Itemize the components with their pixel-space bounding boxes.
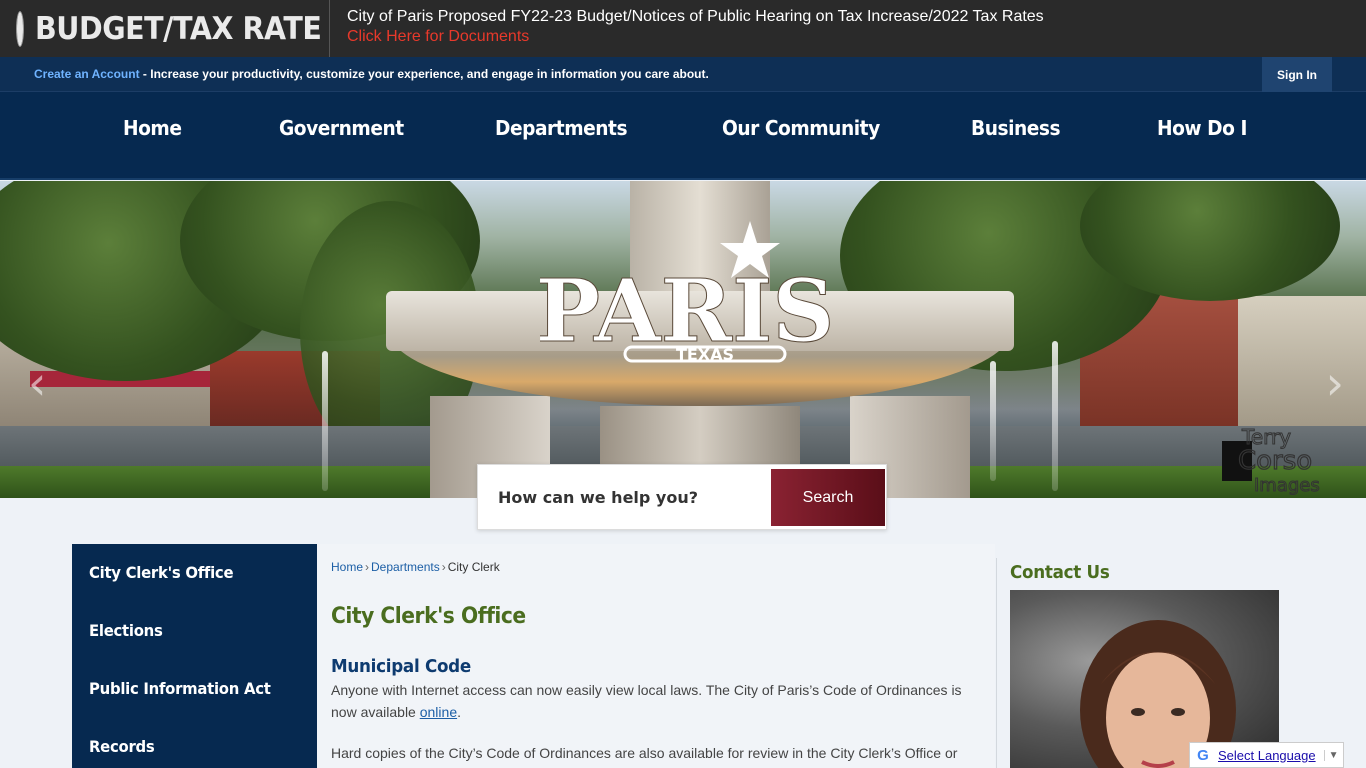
chevron-down-icon[interactable]: ▼ xyxy=(1323,749,1339,761)
hero-prev-arrow-icon[interactable]: ‹ xyxy=(28,356,46,410)
red-alert-dot-icon xyxy=(17,11,23,46)
sign-in-button[interactable]: Sign In xyxy=(1262,57,1332,92)
sidebar-item-elections[interactable]: Elections xyxy=(89,621,163,640)
translate-widget[interactable]: G Select Language ▼ xyxy=(1189,742,1344,768)
sidebar-item-records[interactable]: Records xyxy=(89,737,155,756)
nav-how-do-i[interactable]: How Do I xyxy=(1157,116,1247,140)
alert-message: City of Paris Proposed FY22-23 Budget/No… xyxy=(330,0,1044,57)
account-promo-text: - Increase your productivity, customize … xyxy=(139,67,709,81)
breadcrumb-departments[interactable]: Departments xyxy=(371,560,440,574)
search-button[interactable]: Search xyxy=(771,469,885,526)
fountain-water-jet xyxy=(990,361,996,481)
hard-copies-paragraph: Hard copies of the City’s Code of Ordina… xyxy=(331,745,958,761)
main-nav: Home Government Departments Our Communit… xyxy=(0,92,1366,180)
portrait-eye xyxy=(1171,708,1185,716)
paragraph-text: . xyxy=(457,704,461,720)
page-title: City Clerk's Office xyxy=(331,604,526,629)
nav-business[interactable]: Business xyxy=(971,116,1061,140)
watermark-text-2: Corso xyxy=(1238,446,1312,476)
hero-next-arrow-icon[interactable]: › xyxy=(1326,356,1344,410)
alert-headline: City of Paris Proposed FY22-23 Budget/No… xyxy=(347,8,1044,25)
main-content: Home › Departments › City Clerk City Clerk's… xyxy=(317,544,995,768)
breadcrumb-separator: › xyxy=(441,560,446,574)
account-bar: Create an Account - Increase your produc… xyxy=(0,57,1366,92)
alert-label[interactable]: BUDGET/TAX RATE xyxy=(0,0,330,57)
account-message: Create an Account - Increase your produc… xyxy=(34,67,709,81)
paris-texas-logo: PARIS TEXAS xyxy=(540,221,830,364)
fountain-water-jet xyxy=(322,351,328,491)
sidebar-item-city-clerks-office[interactable]: City Clerk's Office xyxy=(89,563,234,582)
breadcrumb-home[interactable]: Home xyxy=(331,560,363,574)
site-search: Search xyxy=(477,464,887,530)
nav-home[interactable]: Home xyxy=(123,116,182,140)
breadcrumb-separator: › xyxy=(365,560,370,574)
photographer-watermark: Terry Corso Images xyxy=(1222,425,1320,497)
hero-banner: PARIS TEXAS ‹ › Terry Corso Images xyxy=(0,181,1366,498)
hero-building xyxy=(1238,296,1366,426)
search-input[interactable] xyxy=(488,469,768,525)
nav-government[interactable]: Government xyxy=(279,116,404,140)
logo-sub-text: TEXAS xyxy=(676,345,734,364)
watermark-text-3: Images xyxy=(1254,475,1320,496)
section-title: Municipal Code xyxy=(331,656,471,677)
fountain-water-jet xyxy=(1052,341,1058,491)
sidebar: City Clerk's Office Elections Public Inf… xyxy=(72,544,317,768)
google-g-icon: G xyxy=(1197,746,1209,764)
select-language-link[interactable]: Select Language xyxy=(1218,748,1316,763)
portrait-eye xyxy=(1131,708,1145,716)
alert-title: BUDGET/TAX RATE xyxy=(35,10,322,47)
nav-departments[interactable]: Departments xyxy=(495,116,628,140)
nav-our-community[interactable]: Our Community xyxy=(722,116,880,140)
municipal-code-paragraph: Anyone with Internet access can now easi… xyxy=(331,679,987,723)
breadcrumb: Home › Departments › City Clerk xyxy=(331,560,500,574)
alert-bar: BUDGET/TAX RATE City of Paris Proposed F… xyxy=(0,0,1366,57)
contact-us-heading: Contact Us xyxy=(1010,562,1110,583)
sidebar-item-public-information-act[interactable]: Public Information Act xyxy=(89,679,271,698)
online-code-link[interactable]: online xyxy=(420,704,457,720)
alert-documents-link[interactable]: Click Here for Documents xyxy=(347,26,1044,48)
breadcrumb-current: City Clerk xyxy=(447,560,500,574)
column-divider xyxy=(996,558,997,768)
create-account-link[interactable]: Create an Account xyxy=(34,67,140,81)
